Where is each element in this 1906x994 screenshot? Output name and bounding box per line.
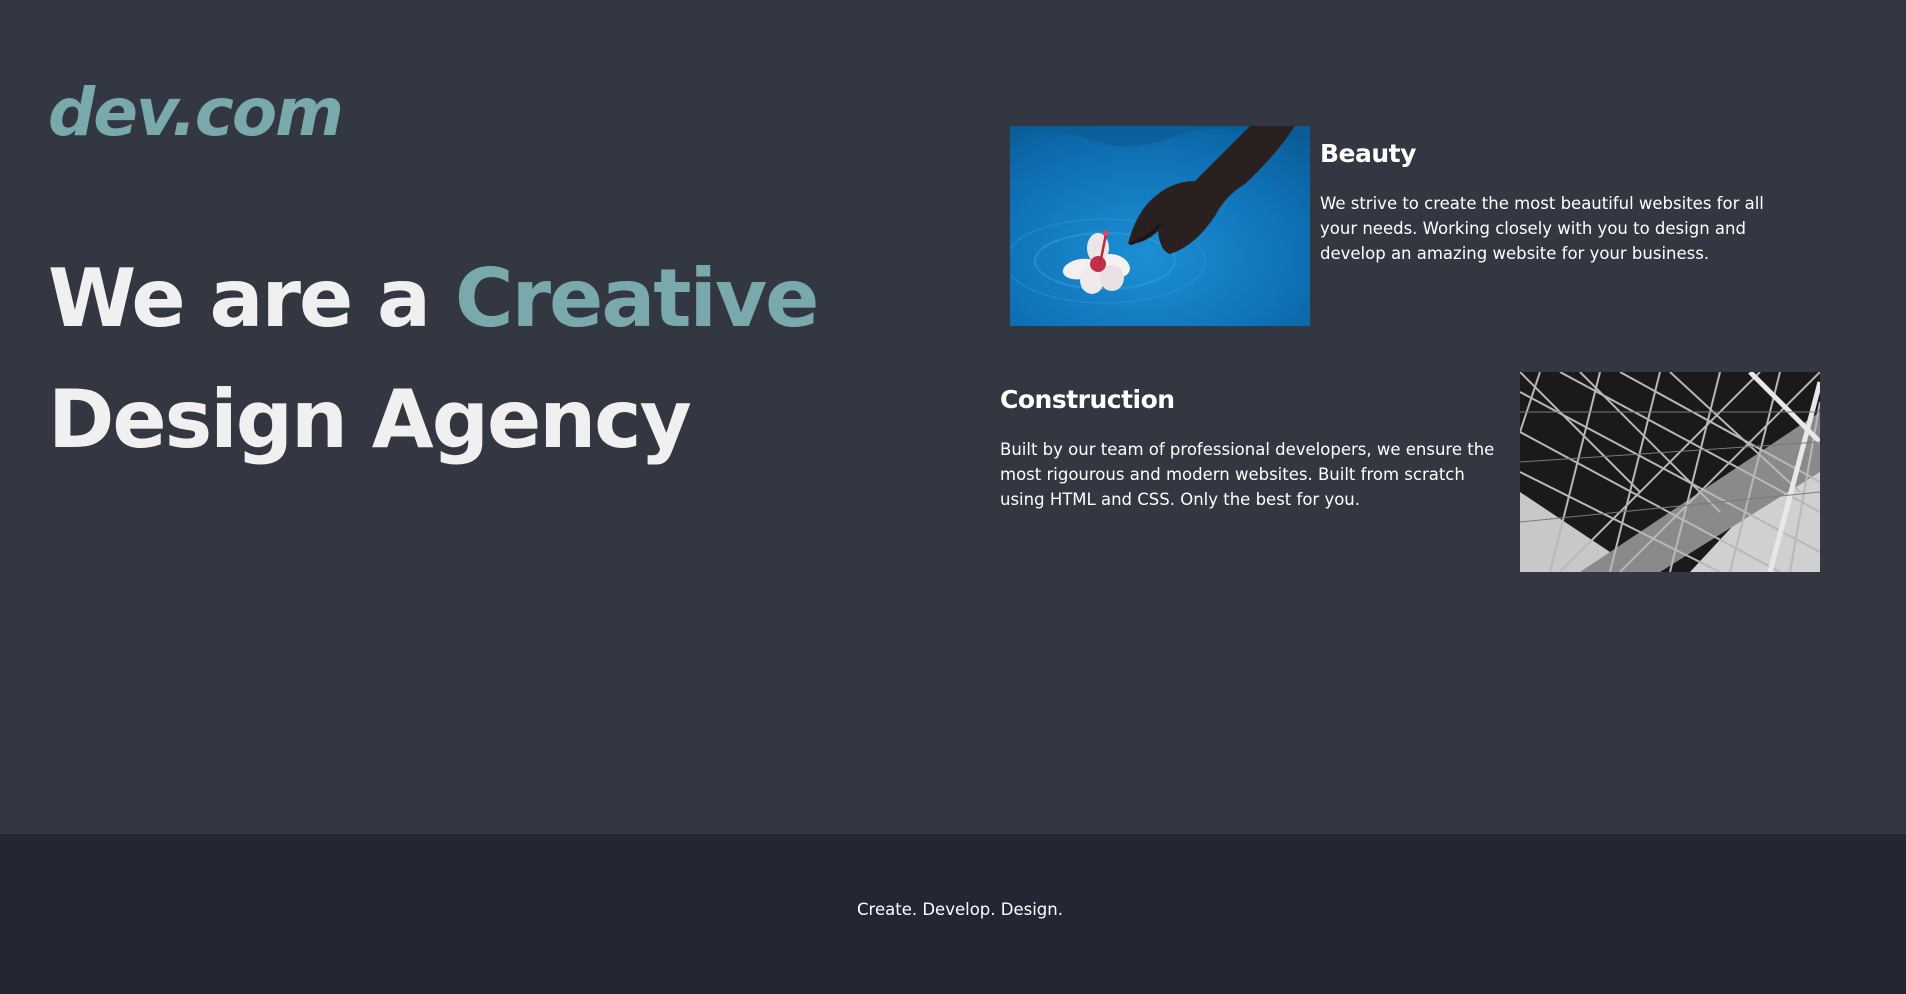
hand-flower-water-photo bbox=[1010, 126, 1310, 326]
hero-line1-prefix: We are a bbox=[48, 252, 455, 345]
main-section: dev.com We are a Creative Design Agency bbox=[0, 0, 1906, 834]
page: dev.com We are a Creative Design Agency bbox=[0, 0, 1906, 994]
site-logo[interactable]: dev.com bbox=[48, 80, 344, 146]
footer-tagline: Create. Develop. Design. bbox=[857, 900, 1063, 919]
hero-accent-word: Creative bbox=[454, 252, 819, 345]
construction-image bbox=[1520, 372, 1820, 572]
beauty-text: We strive to create the most beautiful w… bbox=[1320, 194, 1764, 263]
beauty-title: Beauty bbox=[1320, 139, 1416, 168]
hero-heading: We are a Creative Design Agency bbox=[48, 238, 868, 480]
footer: Create. Develop. Design. bbox=[0, 834, 1906, 994]
steel-structure-photo bbox=[1520, 372, 1820, 572]
construction-text: Built by our team of professional develo… bbox=[1000, 440, 1495, 509]
construction-title: Construction bbox=[1000, 385, 1175, 414]
hero-line2: Design Agency bbox=[48, 373, 692, 466]
beauty-image bbox=[1010, 126, 1310, 326]
